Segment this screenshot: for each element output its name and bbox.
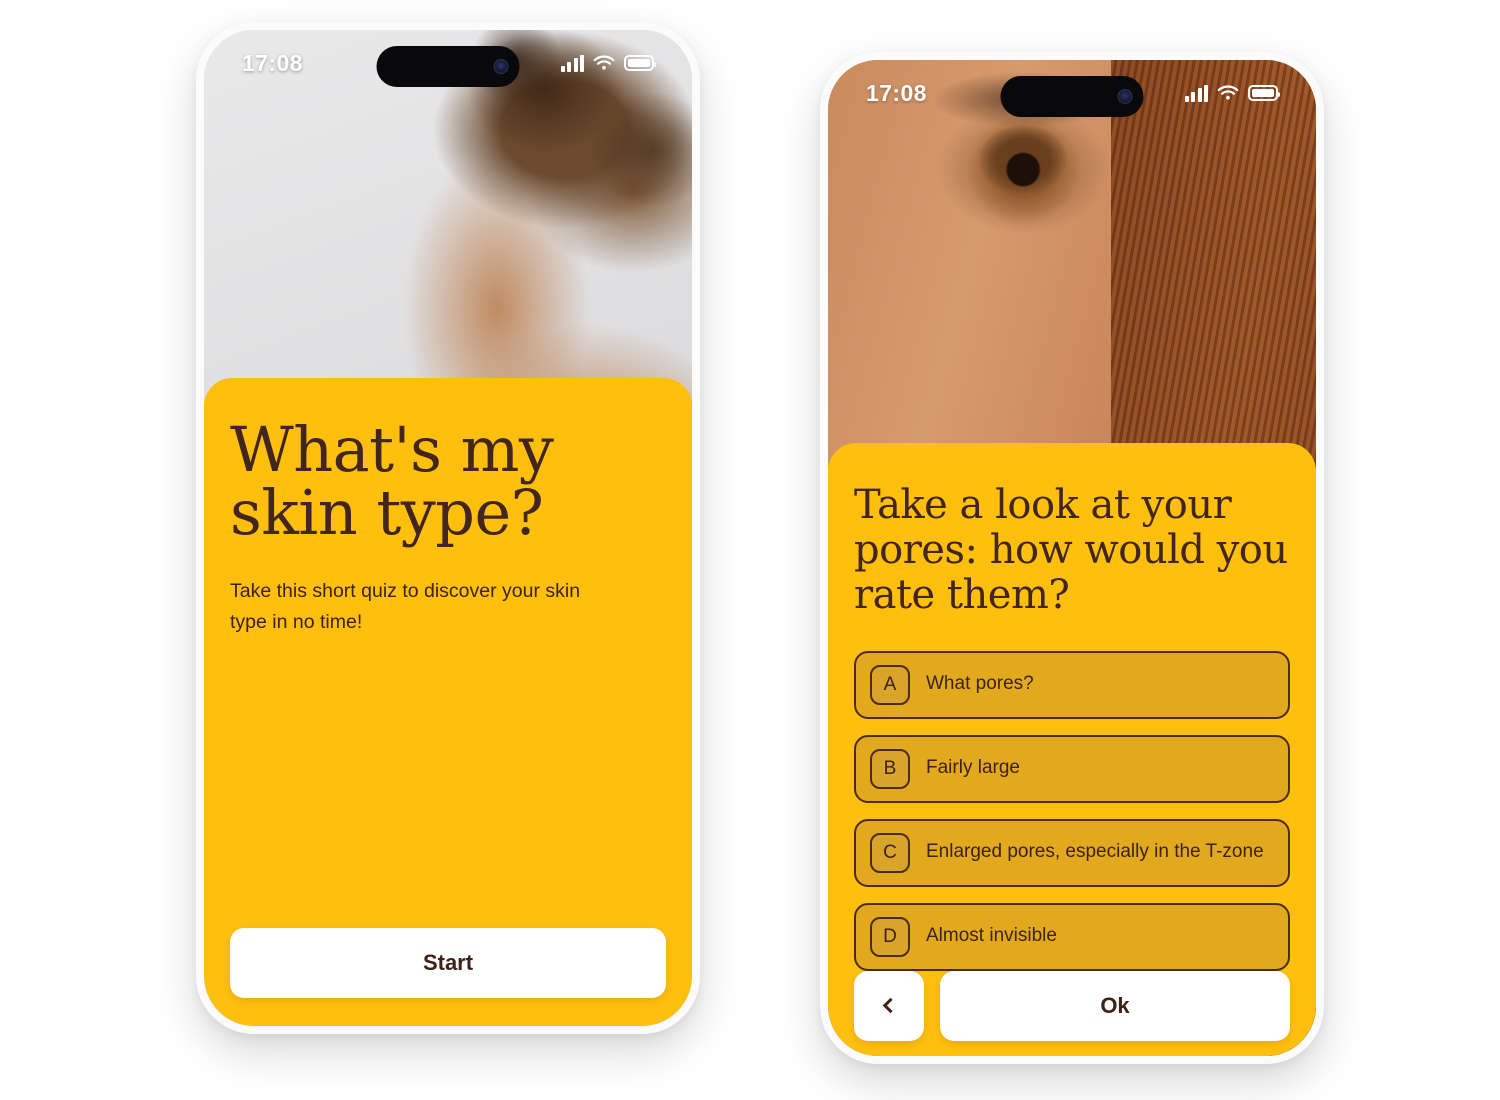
status-bar-indicators — [1184, 84, 1280, 102]
dynamic-island — [376, 46, 520, 87]
wifi-icon — [593, 55, 615, 72]
status-bar-time: 17:08 — [866, 79, 927, 106]
phone-screen-question: 17:08 Take a look at your pores: how wou… — [828, 60, 1316, 1056]
start-button[interactable]: Start — [230, 928, 666, 998]
option-key-badge: A — [870, 664, 910, 705]
intro-card: What's my skin type? Take this short qui… — [204, 378, 692, 1026]
option-key-badge: C — [870, 832, 910, 873]
dynamic-island — [1000, 76, 1144, 117]
answer-option-d[interactable]: D Almost invisible — [854, 902, 1290, 971]
screenshot-canvas: 17:08 What's my skin type? Take this sho… — [0, 0, 1500, 1100]
answer-option-a[interactable]: A What pores? — [854, 650, 1290, 719]
card-spacer — [230, 637, 666, 928]
option-label: Enlarged pores, especially in the T-zone — [926, 841, 1264, 863]
phone-mockup-intro: 17:08 What's my skin type? Take this sho… — [196, 22, 700, 1034]
chevron-left-icon — [882, 997, 899, 1014]
question-button-row: Ok — [854, 970, 1290, 1041]
battery-full-icon — [624, 55, 656, 71]
answer-option-c[interactable]: C Enlarged pores, especially in the T-zo… — [854, 818, 1290, 887]
page-subtitle: Take this short quiz to discover your sk… — [230, 580, 581, 633]
cellular-signal-icon — [1184, 84, 1208, 102]
ok-button[interactable]: Ok — [940, 970, 1290, 1041]
page-title: What's my skin type? — [230, 413, 554, 550]
question-card: Take a look at your pores: how would you… — [828, 443, 1316, 1056]
option-label: What pores? — [926, 673, 1034, 695]
phone-screen-intro: 17:08 What's my skin type? Take this sho… — [204, 30, 692, 1026]
question-title: Take a look at your pores: how would you… — [854, 482, 1288, 619]
answer-options-list: A What pores? B Fairly large C Enlarged … — [854, 650, 1290, 971]
option-key-badge: B — [870, 748, 910, 789]
front-camera-lens-icon — [493, 59, 509, 74]
front-camera-lens-icon — [1117, 89, 1133, 104]
answer-option-b[interactable]: B Fairly large — [854, 734, 1290, 803]
wifi-icon — [1217, 85, 1239, 102]
phone-mockup-question: 17:08 Take a look at your pores: how wou… — [820, 52, 1324, 1064]
status-bar-time: 17:08 — [242, 49, 303, 76]
battery-full-icon — [1248, 85, 1280, 101]
status-bar-indicators — [560, 54, 656, 72]
cellular-signal-icon — [560, 54, 584, 72]
intro-button-row: Start — [230, 928, 666, 998]
back-button[interactable] — [854, 970, 924, 1041]
option-label: Almost invisible — [926, 925, 1057, 947]
option-label: Fairly large — [926, 757, 1020, 779]
option-key-badge: D — [870, 916, 910, 957]
